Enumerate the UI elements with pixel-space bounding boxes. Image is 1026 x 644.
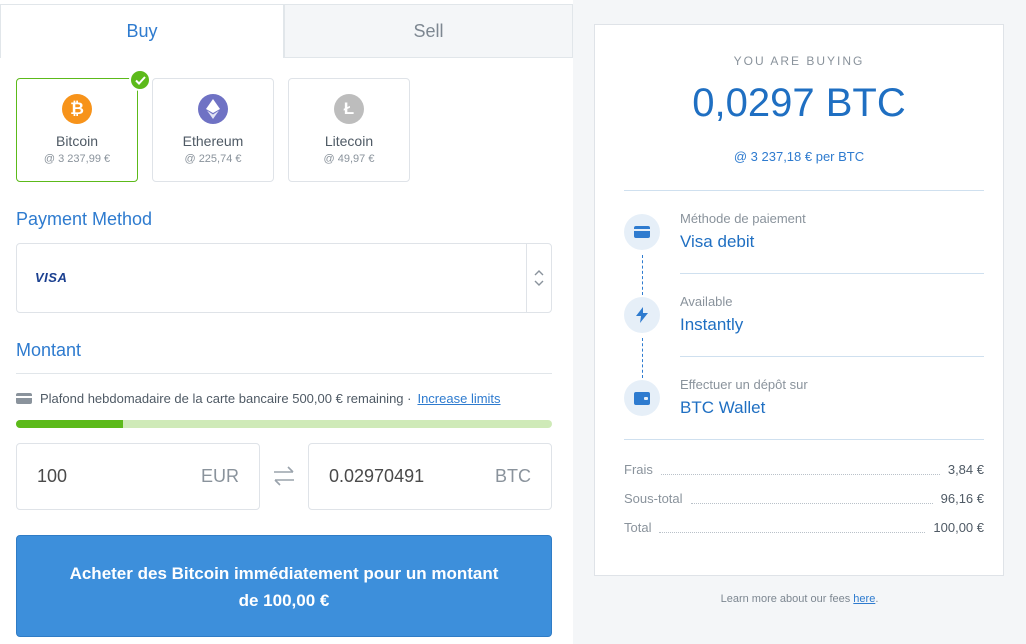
coin-price: @ 49,97 € [323,153,375,165]
dotted-leader [659,522,926,533]
divider [16,373,552,374]
fees-footer: Learn more about our fees here. [573,593,1026,605]
fees-footer-suffix: . [875,593,879,605]
select-divider [526,244,527,312]
divider [624,190,984,191]
fee-label: Frais [624,461,653,477]
fiat-amount-value: 100 [37,466,68,486]
summary-heading: YOU ARE BUYING [733,54,865,68]
total-value: 100,00 € [933,519,984,535]
bitcoin-icon: ₿ [62,94,92,124]
coin-name: Ethereum [182,133,244,149]
coin-card-bitcoin[interactable]: ₿ Bitcoin @ 3 237,99 € [16,78,138,182]
order-summary-card: YOU ARE BUYING 0,0297 BTC @ 3 237,18 € p… [594,24,1004,576]
crypto-currency-label: BTC [495,466,531,486]
lightning-icon [624,297,660,333]
dotted-leader [660,464,940,475]
card-icon [624,214,660,250]
subtotal-label: Sous-total [624,490,683,506]
fiat-amount-input[interactable]: 100 EUR [16,443,260,510]
tab-sell[interactable]: Sell [284,4,573,58]
buy-button-line-1: Acheter des Bitcoin immédiatement pour u… [69,564,499,583]
tab-bar: Buy Sell [0,4,573,58]
chevron-updown-icon[interactable] [531,266,547,290]
step-value: Visa debit [680,232,755,251]
wallet-icon [624,380,660,416]
step-label: Effectuer un dépôt sur [680,377,808,392]
coin-price: @ 3 237,99 € [43,153,111,165]
amount-title: Montant [16,340,82,360]
payment-method-select[interactable]: VISA [16,243,552,313]
weekly-limit-row: Plafond hebdomadaire de la carte bancair… [16,388,552,408]
step-label: Available [680,294,733,309]
buy-now-button[interactable]: Acheter des Bitcoin immédiatement pour u… [16,535,552,637]
buy-button-line-2: de 100,00 € [238,591,330,610]
divider [680,273,984,274]
limit-progress-bar [16,420,552,428]
coin-price: @ 225,74 € [184,153,242,165]
litecoin-icon: Ł [334,94,364,124]
visa-logo: VISA [35,270,68,285]
crypto-amount-value: 0.02970491 [329,466,425,486]
divider [680,356,984,357]
fiat-currency-label: EUR [200,466,239,486]
step-value: BTC Wallet [680,398,766,417]
divider [624,439,984,440]
step-value: Instantly [680,315,744,334]
step-connector [642,255,643,295]
fee-value: 3,84 € [947,461,984,477]
fee-row: Frais 3,84 € [624,460,984,478]
selected-check-icon [129,69,151,91]
summary-amount: 0,0297 BTC [692,81,906,125]
step-connector [642,338,643,378]
coin-card-litecoin[interactable]: Ł Litecoin @ 49,97 € [288,78,410,182]
crypto-amount-input[interactable]: 0.02970491 BTC [308,443,552,510]
summary-rate: @ 3 237,18 € per BTC [733,149,865,164]
fees-footer-text: Learn more about our fees [720,593,851,605]
fees-here-link[interactable]: here [853,593,875,605]
step-label: Méthode de paiement [680,211,806,226]
credit-card-icon [16,392,32,404]
coin-card-ethereum[interactable]: Ethereum @ 225,74 € [152,78,274,182]
ethereum-icon [198,94,228,124]
increase-limits-link[interactable]: Increase limits [417,391,500,406]
swap-arrows-icon[interactable] [271,463,297,489]
tab-buy[interactable]: Buy [0,4,284,58]
limit-text: Plafond hebdomadaire de la carte bancair… [40,390,412,406]
total-row: Total 100,00 € [624,518,984,536]
dotted-leader [690,493,933,504]
total-label: Total [624,519,652,535]
limit-progress-fill [16,420,124,428]
coin-name: Litecoin [324,133,374,149]
coin-name: Bitcoin [55,133,99,149]
buy-sell-panel: Buy Sell ₿ Bitcoin @ 3 237,99 € Ethereum… [0,0,573,644]
subtotal-value: 96,16 € [940,490,984,506]
payment-method-title: Payment Method [16,209,153,229]
subtotal-row: Sous-total 96,16 € [624,489,984,507]
